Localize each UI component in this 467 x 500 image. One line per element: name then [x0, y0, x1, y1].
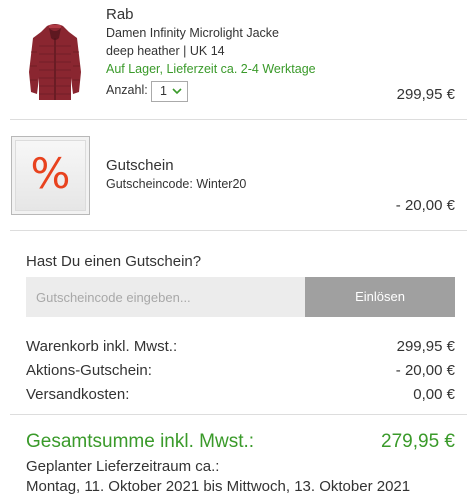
delivery-period-range: Montag, 11. Oktober 2021 bis Mittwoch, 1…: [26, 478, 411, 495]
grand-total-value: 279,95 €: [381, 431, 455, 452]
grand-total-label: Gesamtsumme inkl. Mwst.:: [26, 431, 255, 452]
jacket-image[interactable]: [25, 22, 85, 104]
coupon-image: %: [11, 136, 90, 215]
product-brand[interactable]: Rab: [106, 6, 134, 23]
quantity-label: Anzahl:: [106, 83, 148, 97]
coupon-code: Gutscheincode: Winter20: [106, 177, 247, 191]
product-price: 299,95 €: [396, 86, 455, 103]
cart-total-label: Warenkorb inkl. Mwst.:: [26, 338, 178, 355]
cart-item-product: Rab Damen Infinity Microlight Jacke deep…: [0, 0, 467, 118]
coupon-price: - 20,00 €: [395, 197, 455, 214]
quantity-value: 1: [160, 84, 167, 98]
shipping-value: 0,00 €: [413, 386, 455, 403]
chevron-down-icon: [172, 88, 182, 95]
redeem-button[interactable]: Einlösen: [305, 277, 455, 317]
divider: [10, 414, 467, 415]
voucher-code-input[interactable]: [26, 277, 305, 317]
promo-voucher-value: - 20,00 €: [395, 362, 455, 379]
cart-total-value: 299,95 €: [396, 338, 455, 355]
product-variant: deep heather | UK 14: [106, 44, 225, 58]
stock-status: Auf Lager, Lieferzeit ca. 2-4 Werktage: [106, 62, 316, 76]
product-name[interactable]: Damen Infinity Microlight Jacke: [106, 26, 279, 40]
divider: [10, 119, 467, 120]
coupon-title: Gutschein: [106, 157, 174, 174]
voucher-question: Hast Du einen Gutschein?: [26, 253, 202, 270]
shipping-label: Versandkosten:: [26, 386, 130, 403]
percent-icon: %: [30, 149, 71, 198]
promo-voucher-label: Aktions-Gutschein:: [26, 362, 152, 379]
quantity-select[interactable]: 1: [151, 81, 188, 102]
delivery-period-label: Geplanter Lieferzeitraum ca.:: [26, 458, 220, 475]
divider: [10, 230, 467, 231]
